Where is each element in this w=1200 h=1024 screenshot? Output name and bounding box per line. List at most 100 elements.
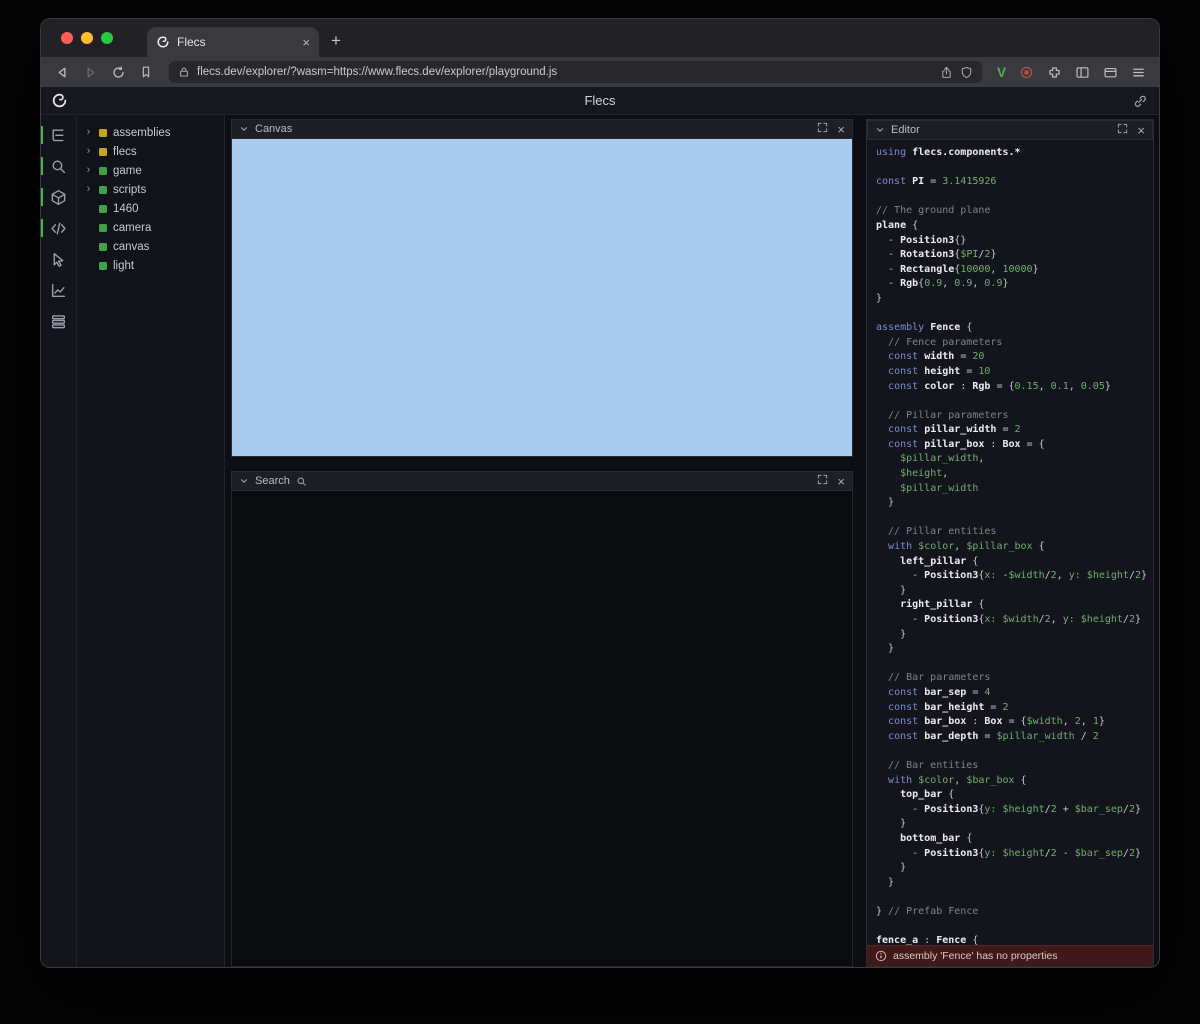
v-extension-badge[interactable]: V [994,65,1009,80]
code-line: $height, [876,467,1153,482]
rail-item-entity-tree[interactable] [41,123,76,147]
menu-icon[interactable] [1127,61,1149,83]
link-icon[interactable] [1133,94,1147,113]
tree-item-label: game [113,165,142,177]
new-tab-button[interactable]: + [331,32,341,49]
code-line: bottom_bar { [876,832,1153,847]
flecs-explorer-page: Flecs ›assemblies›flecs›game›scripts1460… [41,87,1159,967]
zoom-window-button[interactable] [101,32,113,44]
code-line: const pillar_width = 2 [876,423,1153,438]
close-panel-icon[interactable]: × [837,475,845,488]
address-bar[interactable]: flecs.dev/explorer/?wasm=https://www.fle… [169,61,982,83]
expand-panel-icon[interactable] [1117,121,1128,139]
chevron-down-icon[interactable] [875,125,885,135]
rail-item-canvas[interactable] [41,185,76,209]
canvas-panel-title: Canvas [255,123,292,135]
chevron-down-icon[interactable] [239,476,249,486]
tree-item-assemblies[interactable]: ›assemblies [77,123,224,142]
close-panel-icon[interactable]: × [837,123,845,136]
code-line: const pillar_box : Box = { [876,438,1153,453]
rail-item-editor[interactable] [41,216,76,240]
search-icon [50,158,67,175]
tree-item-label: canvas [113,241,149,253]
forward-button[interactable] [79,61,101,83]
back-button[interactable] [51,61,73,83]
entity-square-icon [99,224,107,232]
tree-item-label: camera [113,222,151,234]
canvas-panel-header: Canvas × [231,119,853,139]
browser-tab[interactable]: Flecs × [147,27,319,57]
chevron-down-icon[interactable] [239,124,249,134]
entity-square-icon [99,186,107,194]
tree-item-flecs[interactable]: › flecs [77,142,224,161]
code-icon [50,220,67,237]
cursor-icon [50,251,67,268]
tree-item-label: scripts [113,184,146,196]
code-editor[interactable]: using flecs.components.* const PI = 3.14… [867,140,1153,945]
entity-square-icon [99,167,107,175]
rows-icon [50,313,67,330]
code-line: // The ground plane [876,204,1153,219]
code-line: - Rotation3{$PI/2} [876,248,1153,263]
info-icon [875,950,887,962]
tree-item-1460[interactable]: 1460 [77,199,224,218]
sidebar-toggle-icon[interactable] [1071,61,1093,83]
code-line: // Bar entities [876,759,1153,774]
tab-close-icon[interactable]: × [302,35,310,50]
rail-item-queries[interactable] [41,309,76,333]
code-line: with $color, $bar_box { [876,774,1153,789]
rail-item-stats[interactable] [41,278,76,302]
rail-item-inspector[interactable] [41,247,76,271]
browser-toolbar: flecs.dev/explorer/?wasm=https://www.fle… [41,57,1159,87]
search-magnifier-icon [296,476,307,487]
tree-item-scripts[interactable]: › scripts [77,180,224,199]
page-title: Flecs [584,93,615,108]
share-icon[interactable] [940,66,953,79]
flecs-logo-icon [51,92,68,114]
expand-panel-icon[interactable] [817,120,828,138]
record-dot-icon[interactable] [1015,61,1037,83]
code-line: } [876,642,1153,657]
chevron-right-icon[interactable]: › [84,165,93,176]
chevron-right-icon[interactable]: › [84,127,93,138]
traffic-lights [61,32,113,44]
code-line: // Pillar entities [876,525,1153,540]
rail-item-search[interactable] [41,154,76,178]
entity-square-icon [99,243,107,251]
chevron-right-icon[interactable]: › [84,184,93,195]
code-line: const PI = 3.1415926 [876,175,1153,190]
close-panel-icon[interactable]: × [1137,124,1145,137]
icon-rail [41,115,77,967]
code-line: right_pillar { [876,598,1153,613]
minimize-window-button[interactable] [81,32,93,44]
code-line: // Pillar parameters [876,409,1153,424]
tree-item-light[interactable]: light [77,256,224,275]
tree-item-camera[interactable]: camera [77,218,224,237]
code-line [876,394,1153,409]
canvas-viewport[interactable] [231,139,853,457]
reload-button[interactable] [107,61,129,83]
tree-icon [50,127,67,144]
extensions-puzzle-icon[interactable] [1043,61,1065,83]
code-line: - Rgb{0.9, 0.9, 0.9} [876,277,1153,292]
expand-panel-icon[interactable] [817,472,828,490]
close-window-button[interactable] [61,32,73,44]
code-line: left_pillar { [876,555,1153,570]
code-line: plane { [876,219,1153,234]
tree-item-label: flecs [113,146,137,158]
wallet-card-icon[interactable] [1099,61,1121,83]
code-line [876,511,1153,526]
tree-item-canvas[interactable]: canvas [77,237,224,256]
tab-title: Flecs [177,35,295,49]
code-line: } [876,584,1153,599]
tab-favicon-icon [156,35,170,49]
editor-panel: Editor × using flecs.components.* const … [866,119,1154,967]
lock-icon[interactable] [178,66,190,78]
shield-icon[interactable] [960,66,973,79]
tree-item-game[interactable]: › game [77,161,224,180]
code-line: // Bar parameters [876,671,1153,686]
chevron-right-icon[interactable]: › [84,146,93,157]
bookmark-icon[interactable] [135,61,157,83]
window-titlebar[interactable]: Flecs × + [41,19,1159,57]
code-line: assembly Fence { [876,321,1153,336]
